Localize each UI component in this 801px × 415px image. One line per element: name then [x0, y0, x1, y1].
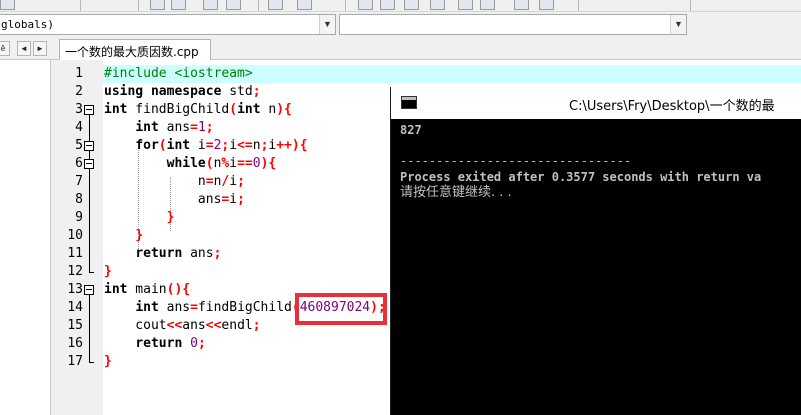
- fold-line: [89, 295, 90, 362]
- line-number: 7: [75, 174, 83, 189]
- toolbar-button[interactable]: [268, 0, 283, 10]
- code-line: }: [166, 210, 175, 225]
- line-number: 9: [75, 210, 83, 225]
- toolbar-button[interactable]: [358, 0, 373, 10]
- code-line: }: [135, 228, 144, 243]
- console-press-key-prompt: 请按任意键继续. . .: [400, 185, 512, 200]
- chevron-down-icon[interactable]: ▼: [319, 15, 335, 34]
- line-number: 13: [67, 282, 83, 297]
- fold-end: [89, 272, 94, 273]
- toolbar-button[interactable]: [150, 0, 165, 10]
- line-number: 2: [75, 84, 83, 99]
- code-line: n=n/i;: [104, 174, 245, 189]
- code-line: return 0;: [135, 336, 206, 351]
- line-number: 10: [67, 228, 83, 243]
- console-icon: [401, 96, 417, 109]
- code-line: ans=i;: [104, 192, 245, 207]
- toolbar-separator: [690, 0, 691, 11]
- tab-scroll-right-icon[interactable]: ►: [33, 41, 47, 56]
- line-number-gutter: 1 2 3 4 5 6 7 8 9 10 11 12 13 14 15 16 1…: [55, 60, 103, 415]
- fold-toggle-icon[interactable]: [84, 285, 94, 295]
- scope-select[interactable]: globals) ▼: [0, 14, 336, 35]
- toolbar-button[interactable]: [514, 0, 529, 10]
- line-number: 14: [67, 300, 83, 315]
- line-number: 3: [75, 102, 83, 117]
- highlight-box: [295, 293, 387, 325]
- fold-line: [89, 115, 90, 272]
- toolbar-button[interactable]: [539, 0, 554, 10]
- line-number: 15: [67, 318, 83, 333]
- line-number: 1: [75, 66, 83, 81]
- toolbar-button[interactable]: [203, 0, 218, 10]
- toolbar-separator: [80, 0, 81, 11]
- scope-select-value: globals): [1, 18, 54, 31]
- editor-tab-bar: ê ◄ ► 一个数的最大质因数.cpp: [0, 38, 801, 60]
- line-number: 16: [67, 336, 83, 351]
- tab-file[interactable]: 一个数的最大质因数.cpp: [59, 39, 211, 60]
- toolbar-button[interactable]: [458, 0, 473, 10]
- line-number: 4: [75, 120, 83, 135]
- code-line: using namespace std;: [104, 84, 261, 99]
- console-process-line: Process exited after 0.3577 seconds with…: [400, 170, 762, 184]
- chevron-down-icon[interactable]: ▼: [670, 15, 686, 34]
- toolbar-button[interactable]: [226, 0, 241, 10]
- code-line: int ans=1;: [135, 120, 214, 135]
- toolbar-separator: [345, 0, 346, 11]
- console-title: C:\Users\Fry\Desktop\一个数的最: [569, 99, 775, 114]
- line-number: 17: [67, 354, 83, 369]
- line-number: 8: [75, 192, 83, 207]
- code-line: while(n%i==0){: [166, 156, 277, 171]
- console-output-value: 827: [400, 123, 422, 137]
- tab-file-label: 一个数的最大质因数.cpp: [65, 45, 199, 59]
- fold-toggle-icon[interactable]: [84, 105, 94, 115]
- class-browser-combos: globals) ▼ ▼: [0, 12, 801, 38]
- code-line: }: [104, 354, 112, 369]
- line-number: 11: [67, 246, 83, 261]
- toolbar-button[interactable]: [297, 0, 312, 10]
- console-titlebar[interactable]: C:\Users\Fry\Desktop\一个数的最: [391, 87, 801, 119]
- code-line: #include <iostream>: [104, 66, 253, 81]
- panel-tab-stub[interactable]: ê: [0, 41, 10, 56]
- toolbar-button[interactable]: [480, 0, 495, 10]
- toolbar-button[interactable]: [0, 0, 15, 10]
- tab-scroll-left-icon[interactable]: ◄: [17, 41, 31, 56]
- fold-toggle-icon[interactable]: [84, 159, 94, 169]
- toolbar-separator: [138, 0, 139, 11]
- code-line: for(int i=2;i<=n;i++){: [135, 138, 308, 153]
- console-separator: --------------------------------: [400, 154, 632, 168]
- line-number: 12: [67, 264, 83, 279]
- toolbar-separator: [258, 0, 259, 11]
- line-number: 6: [75, 156, 83, 171]
- code-line: cout<<ans<<endl;: [104, 318, 261, 333]
- fold-toggle-icon[interactable]: [84, 141, 94, 151]
- member-select[interactable]: ▼: [339, 14, 687, 35]
- toolbar-button[interactable]: [380, 0, 395, 10]
- code-line: return ans;: [135, 246, 222, 261]
- fold-end: [89, 362, 94, 363]
- toolbar-button[interactable]: [171, 0, 186, 10]
- toolbar-separator: [578, 0, 579, 11]
- line-number: 5: [75, 138, 83, 153]
- toolbar: [0, 0, 801, 12]
- project-panel[interactable]: [0, 60, 51, 415]
- toolbar-button[interactable]: [430, 0, 445, 10]
- console-window[interactable]: C:\Users\Fry\Desktop\一个数的最 827 ---------…: [390, 87, 801, 415]
- code-line: }: [104, 264, 112, 279]
- code-line: int main(){: [104, 282, 191, 297]
- code-line: int findBigChild(int n){: [104, 102, 292, 117]
- toolbar-button[interactable]: [404, 0, 419, 10]
